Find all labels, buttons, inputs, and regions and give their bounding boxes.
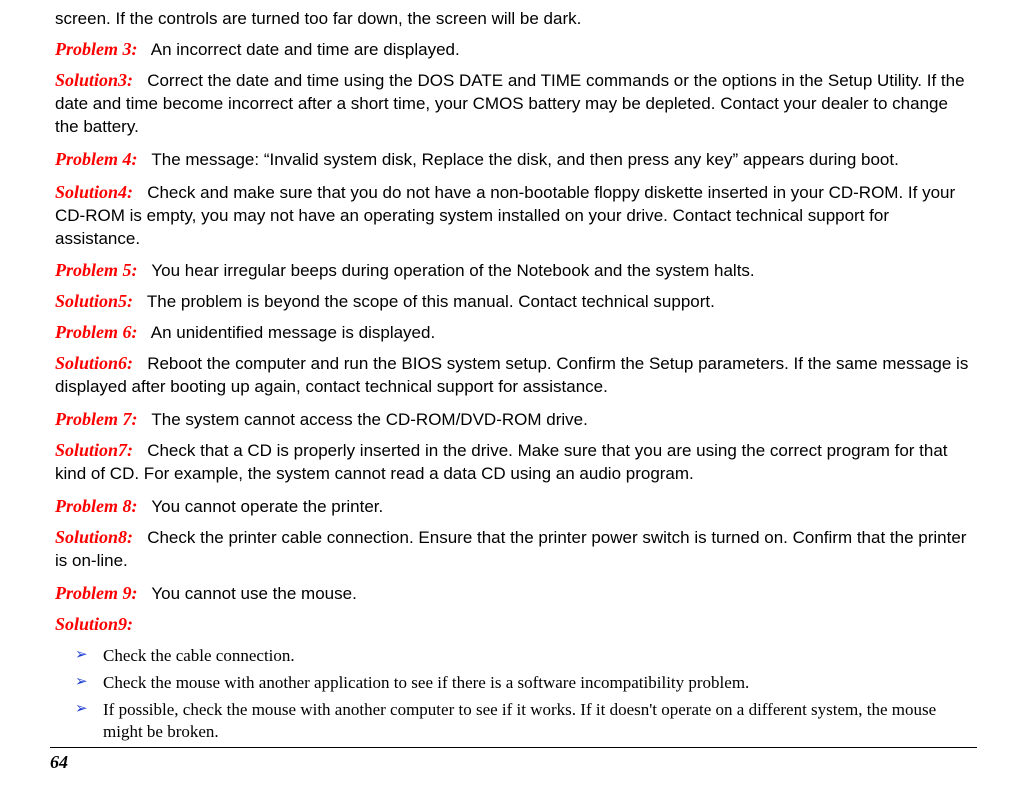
chevron-right-icon: ➢ (75, 672, 103, 692)
problem-6-label: Problem 6: (55, 322, 138, 342)
solution-8-label: Solution8: (55, 527, 133, 547)
bullet-2-text: Check the mouse with another application… (103, 672, 972, 695)
solution-6-label: Solution6: (55, 353, 133, 373)
solution-8: Solution8: Check the printer cable conne… (55, 525, 972, 573)
bullet-3: ➢ If possible, check the mouse with anot… (55, 699, 972, 745)
solution-3-label: Solution3: (55, 70, 133, 90)
bullet-2: ➢ Check the mouse with another applicati… (55, 672, 972, 695)
solution-6-text: Reboot the computer and run the BIOS sys… (55, 354, 968, 396)
problem-5: Problem 5: You hear irregular beeps duri… (55, 258, 972, 283)
page-number: 64 (50, 752, 68, 772)
problem-8: Problem 8: You cannot operate the printe… (55, 494, 972, 519)
problem-7-label: Problem 7: (55, 409, 138, 429)
problem-3-label: Problem 3: (55, 39, 138, 59)
problem-7-text: The system cannot access the CD-ROM/DVD-… (151, 410, 587, 429)
solution-4: Solution4: Check and make sure that you … (55, 180, 972, 251)
problem-8-label: Problem 8: (55, 496, 138, 516)
problem-5-label: Problem 5: (55, 260, 138, 280)
problem-4-text: The message: “Invalid system disk, Repla… (151, 150, 898, 169)
solution-5-label: Solution5: (55, 291, 133, 311)
chevron-right-icon: ➢ (75, 645, 103, 665)
problem-5-text: You hear irregular beeps during operatio… (151, 261, 754, 280)
bullet-1: ➢ Check the cable connection. (55, 645, 972, 668)
solution-6: Solution6: Reboot the computer and run t… (55, 351, 972, 399)
problem-6-text: An unidentified message is displayed. (151, 323, 435, 342)
chevron-right-icon: ➢ (75, 699, 103, 719)
problem-9: Problem 9: You cannot use the mouse. (55, 581, 972, 606)
problem-3: Problem 3: An incorrect date and time ar… (55, 37, 972, 62)
solution-4-text: Check and make sure that you do not have… (55, 183, 955, 248)
problem-3-text: An incorrect date and time are displayed… (151, 40, 460, 59)
problem-6: Problem 6: An unidentified message is di… (55, 320, 972, 345)
solution-9-label: Solution9: (55, 614, 133, 634)
solution-7: Solution7: Check that a CD is properly i… (55, 438, 972, 486)
problem-4-label: Problem 4: (55, 149, 138, 169)
solution-5: Solution5: The problem is beyond the sco… (55, 289, 972, 314)
solution-3-text: Correct the date and time using the DOS … (55, 71, 965, 136)
solution-8-text: Check the printer cable connection. Ensu… (55, 528, 966, 570)
solution-7-text: Check that a CD is properly inserted in … (55, 441, 948, 483)
problem-9-label: Problem 9: (55, 583, 138, 603)
continuation-text: screen. If the controls are turned too f… (55, 8, 972, 31)
solution-7-label: Solution7: (55, 440, 133, 460)
solution-3: Solution3: Correct the date and time usi… (55, 68, 972, 139)
problem-4: Problem 4: The message: “Invalid system … (55, 147, 972, 172)
problem-8-text: You cannot operate the printer. (151, 497, 383, 516)
problem-7: Problem 7: The system cannot access the … (55, 407, 972, 432)
solution-4-label: Solution4: (55, 182, 133, 202)
bullet-1-text: Check the cable connection. (103, 645, 972, 668)
page-footer: 64 (50, 747, 977, 774)
problem-9-text: You cannot use the mouse. (151, 584, 356, 603)
bullet-3-text: If possible, check the mouse with anothe… (103, 699, 972, 745)
solution-5-text: The problem is beyond the scope of this … (147, 292, 715, 311)
solution-9: Solution9: (55, 612, 972, 637)
